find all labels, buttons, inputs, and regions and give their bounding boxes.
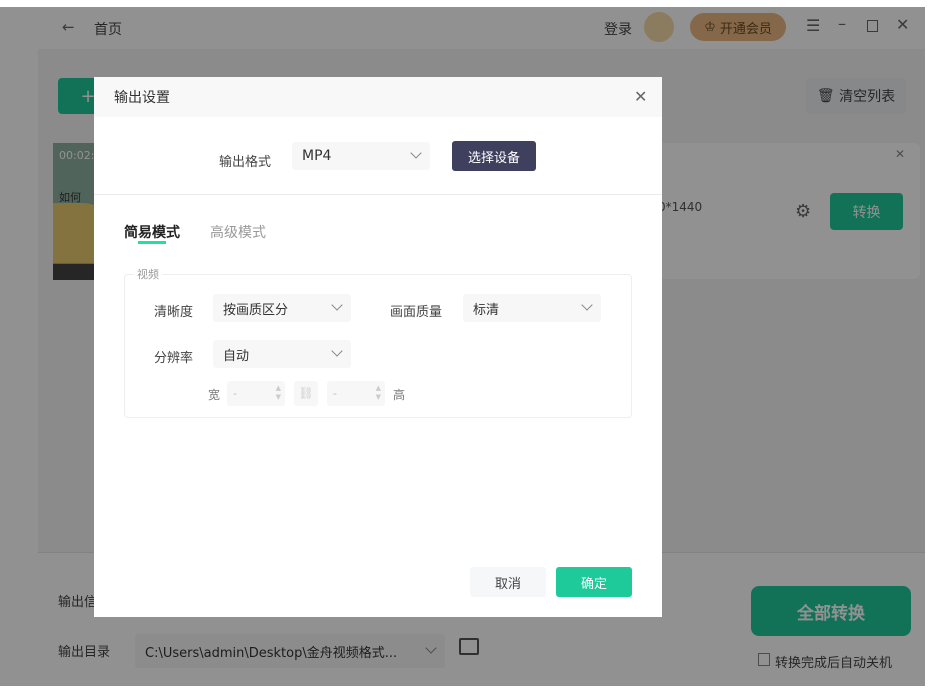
- divider: [94, 194, 662, 195]
- dialog-header: 输出设置: [94, 77, 662, 117]
- tab-advanced[interactable]: 高级模式: [210, 222, 266, 242]
- close-icon[interactable]: ✕: [634, 87, 647, 106]
- quality-select[interactable]: 标清: [463, 294, 601, 322]
- format-select[interactable]: MP4: [292, 142, 430, 170]
- cancel-button[interactable]: 取消: [470, 567, 546, 597]
- width-stepper[interactable]: - ▲ ▼: [227, 381, 285, 406]
- active-tab-indicator: [138, 241, 166, 244]
- resolution-select[interactable]: 自动: [213, 340, 351, 368]
- confirm-button[interactable]: 确定: [556, 567, 632, 597]
- height-stepper[interactable]: - ▲ ▼: [327, 381, 385, 406]
- output-settings-dialog: 输出设置 ✕ 输出格式 MP4 选择设备 简易模式 高级模式 视频 清晰度 按画…: [94, 77, 662, 617]
- select-device-button[interactable]: 选择设备: [452, 141, 536, 171]
- dialog-title: 输出设置: [114, 90, 170, 106]
- link-icon[interactable]: ⛓: [294, 381, 318, 406]
- clarity-select[interactable]: 按画质区分: [213, 294, 351, 322]
- tab-simple[interactable]: 简易模式: [124, 222, 180, 242]
